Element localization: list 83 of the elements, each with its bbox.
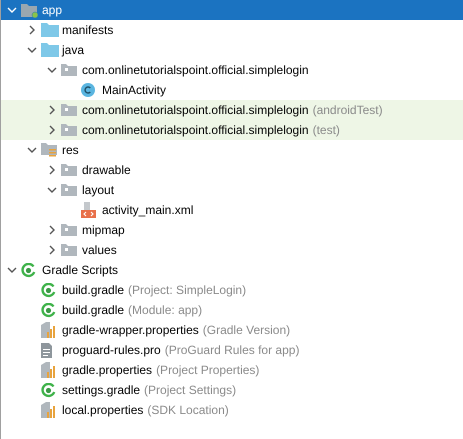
tree-row[interactable]: drawable xyxy=(1,160,463,180)
tree-item-hint: (Project: SimpleLogin) xyxy=(128,283,246,297)
tree-item-label: com.onlinetutorialspoint.official.simplelogin xyxy=(82,103,309,117)
chevron-down-icon[interactable] xyxy=(27,147,37,153)
tree-item-hint: (Project Properties) xyxy=(156,363,260,377)
class-icon xyxy=(81,83,95,97)
tree-row[interactable]: mipmap xyxy=(1,220,463,240)
tree-item-hint: (androidTest) xyxy=(312,103,383,117)
tree-item-label: layout xyxy=(82,183,114,197)
tree-row[interactable]: java xyxy=(1,40,463,60)
tree-row[interactable]: Gradle Scripts xyxy=(1,260,463,280)
tree-item-label: proguard-rules.pro xyxy=(62,343,161,357)
tree-row[interactable]: local.properties (SDK Location) xyxy=(1,400,463,420)
chevron-right-icon[interactable] xyxy=(49,125,55,135)
package-folder-icon xyxy=(61,184,77,196)
selected-tree-row[interactable]: app xyxy=(1,0,463,20)
properties-file-icon xyxy=(41,362,55,378)
gradle-icon xyxy=(41,282,56,298)
xml-file-icon xyxy=(81,202,97,218)
module-folder-icon xyxy=(21,2,39,18)
chevron-right-icon[interactable] xyxy=(29,25,35,35)
chevron-down-icon[interactable] xyxy=(47,67,57,73)
chevron-down-icon[interactable] xyxy=(27,47,37,53)
tree-row[interactable]: settings.gradle (Project Settings) xyxy=(1,380,463,400)
tree-row[interactable]: values xyxy=(1,240,463,260)
tree-row[interactable]: gradle.properties (Project Properties) xyxy=(1,360,463,380)
tree-row[interactable]: build.gradle (Module: app) xyxy=(1,300,463,320)
tree-item-label: java xyxy=(62,43,84,57)
text-file-icon xyxy=(41,342,52,358)
tree-item-label: build.gradle xyxy=(62,303,124,317)
tree-row[interactable]: build.gradle (Project: SimpleLogin) xyxy=(1,280,463,300)
tree-row[interactable]: MainActivity xyxy=(1,80,463,100)
tree-item-label: build.gradle xyxy=(62,283,124,297)
properties-file-icon xyxy=(41,322,55,338)
package-folder-icon xyxy=(61,224,77,236)
tree-row[interactable]: manifests xyxy=(1,20,463,40)
tree-item-label: Gradle Scripts xyxy=(42,263,118,277)
package-folder-icon xyxy=(61,104,77,116)
tree-item-label: com.onlinetutorialspoint.official.simplelogin xyxy=(82,63,309,77)
tree-row[interactable]: proguard-rules.pro (ProGuard Rules for app) xyxy=(1,340,463,360)
gradle-icon xyxy=(41,382,56,398)
folder-icon xyxy=(41,23,59,37)
tree-item-label: gradle.properties xyxy=(62,363,152,377)
test-tree-row[interactable]: com.onlinetutorialspoint.official.simplelogin (androidTest) xyxy=(1,100,463,120)
tree-item-hint: (SDK Location) xyxy=(147,403,229,417)
tree-item-hint: (test) xyxy=(312,123,340,137)
tree-row[interactable]: gradle-wrapper.properties (Gradle Version) xyxy=(1,320,463,340)
package-folder-icon xyxy=(61,244,77,256)
gradle-icon xyxy=(41,302,56,318)
folder-icon xyxy=(41,43,59,57)
properties-file-icon xyxy=(41,402,55,418)
tree-item-label: app xyxy=(42,3,62,17)
tree-item-hint: (Gradle Version) xyxy=(202,323,290,337)
tree-item-label: mipmap xyxy=(82,223,125,237)
chevron-down-icon[interactable] xyxy=(7,267,17,273)
tree-row[interactable]: res xyxy=(1,140,463,160)
tree-item-label: values xyxy=(82,243,117,257)
package-folder-icon xyxy=(61,64,77,76)
tree-item-label: settings.gradle xyxy=(62,383,140,397)
tree-item-label: gradle-wrapper.properties xyxy=(62,323,199,337)
chevron-right-icon[interactable] xyxy=(49,105,55,115)
test-tree-row[interactable]: com.onlinetutorialspoint.official.simplelogin (test) xyxy=(1,120,463,140)
tree-item-hint: (ProGuard Rules for app) xyxy=(164,343,300,357)
tree-item-label: manifests xyxy=(62,23,114,37)
tree-item-label: activity_main.xml xyxy=(102,203,194,217)
package-folder-icon xyxy=(61,124,77,136)
tree-item-label: MainActivity xyxy=(102,83,166,97)
tree-item-label: com.onlinetutorialspoint.official.simplelogin xyxy=(82,123,309,137)
tree-item-label: local.properties xyxy=(62,403,144,417)
tree-item-hint: (Project Settings) xyxy=(144,383,236,397)
tree-row[interactable]: layout xyxy=(1,180,463,200)
resource-folder-icon xyxy=(41,143,57,157)
gradle-icon xyxy=(21,262,36,278)
tree-item-label: res xyxy=(62,143,79,157)
package-folder-icon xyxy=(61,164,77,176)
chevron-right-icon[interactable] xyxy=(49,165,55,175)
chevron-down-icon[interactable] xyxy=(47,187,57,193)
tree-row[interactable]: com.onlinetutorialspoint.official.simplelogin xyxy=(1,60,463,80)
chevron-right-icon[interactable] xyxy=(49,225,55,235)
tree-item-label: drawable xyxy=(82,163,131,177)
chevron-right-icon[interactable] xyxy=(49,245,55,255)
tree-item-hint: (Module: app) xyxy=(128,303,202,317)
tree-row[interactable]: activity_main.xml xyxy=(1,200,463,220)
